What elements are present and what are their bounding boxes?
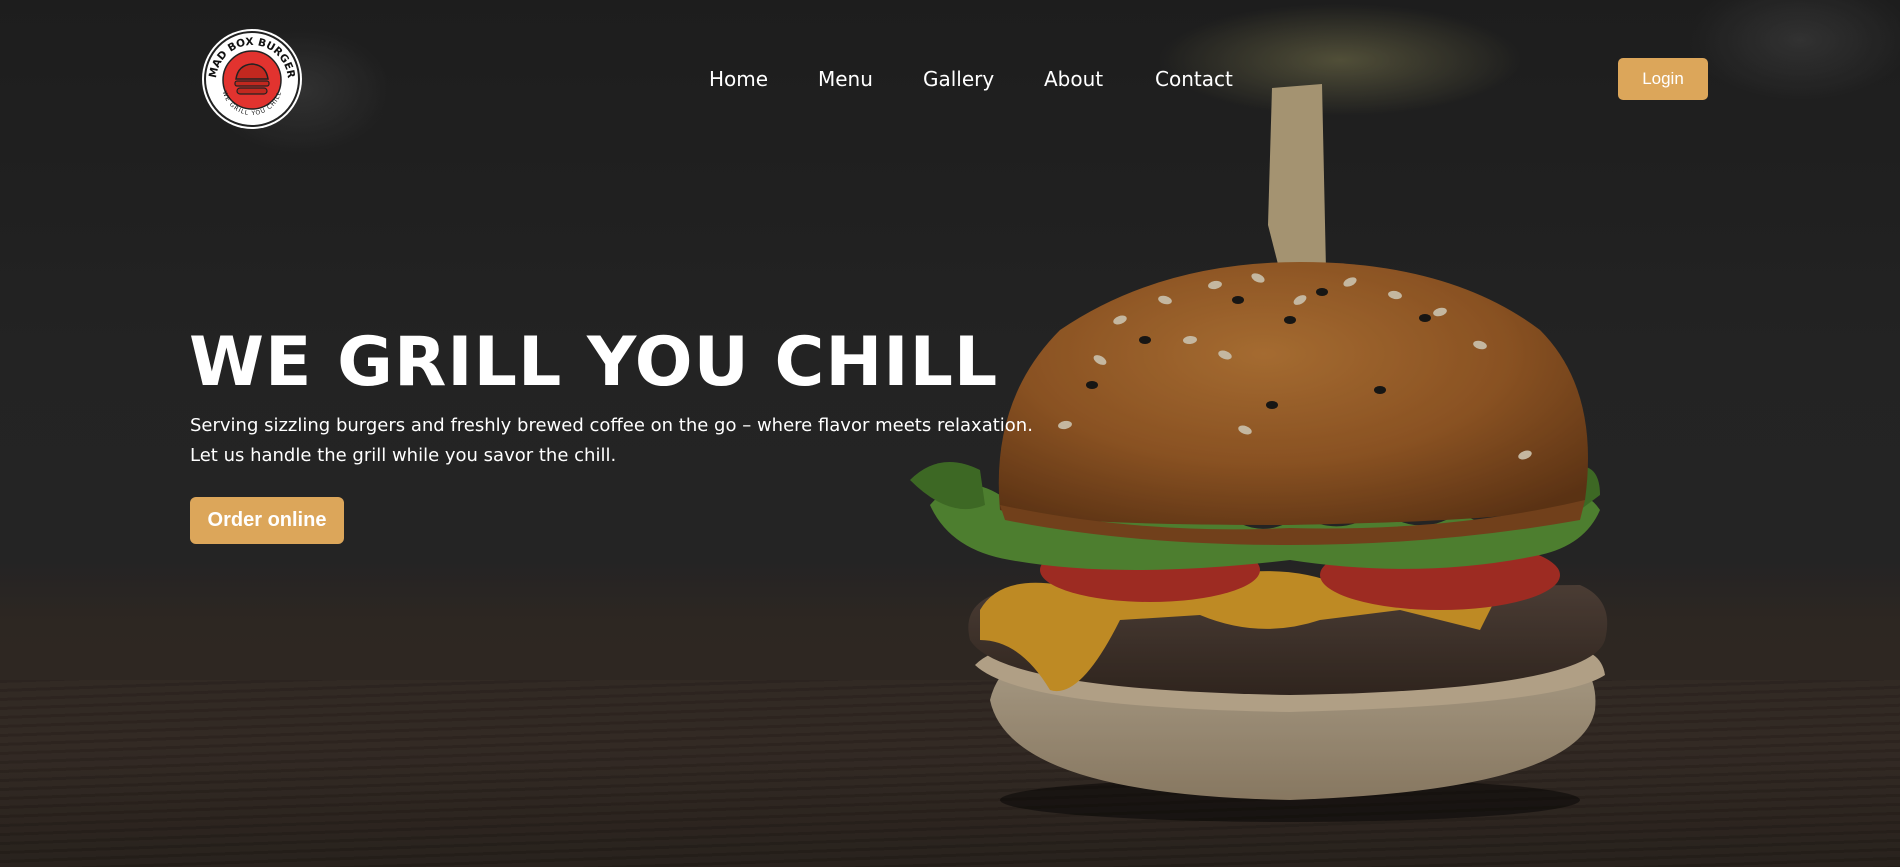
nav-home[interactable]: Home xyxy=(709,64,768,94)
hero-subtext-line-2: Let us handle the grill while you savor … xyxy=(190,445,617,466)
nav-menu[interactable]: Menu xyxy=(818,64,873,94)
login-button[interactable]: Login xyxy=(1618,58,1708,100)
nav-contact[interactable]: Contact xyxy=(1155,64,1233,94)
hero-headline: WE GRILL YOU CHILL xyxy=(189,323,999,402)
main-nav: Home Menu Gallery About Contact xyxy=(0,64,1900,94)
nav-gallery[interactable]: Gallery xyxy=(923,64,994,94)
hero-subtext-line-1: Serving sizzling burgers and freshly bre… xyxy=(190,415,1033,436)
nav-about[interactable]: About xyxy=(1044,64,1103,94)
order-online-button[interactable]: Order online xyxy=(190,497,344,544)
hero-subtext: Serving sizzling burgers and freshly bre… xyxy=(190,411,1070,471)
